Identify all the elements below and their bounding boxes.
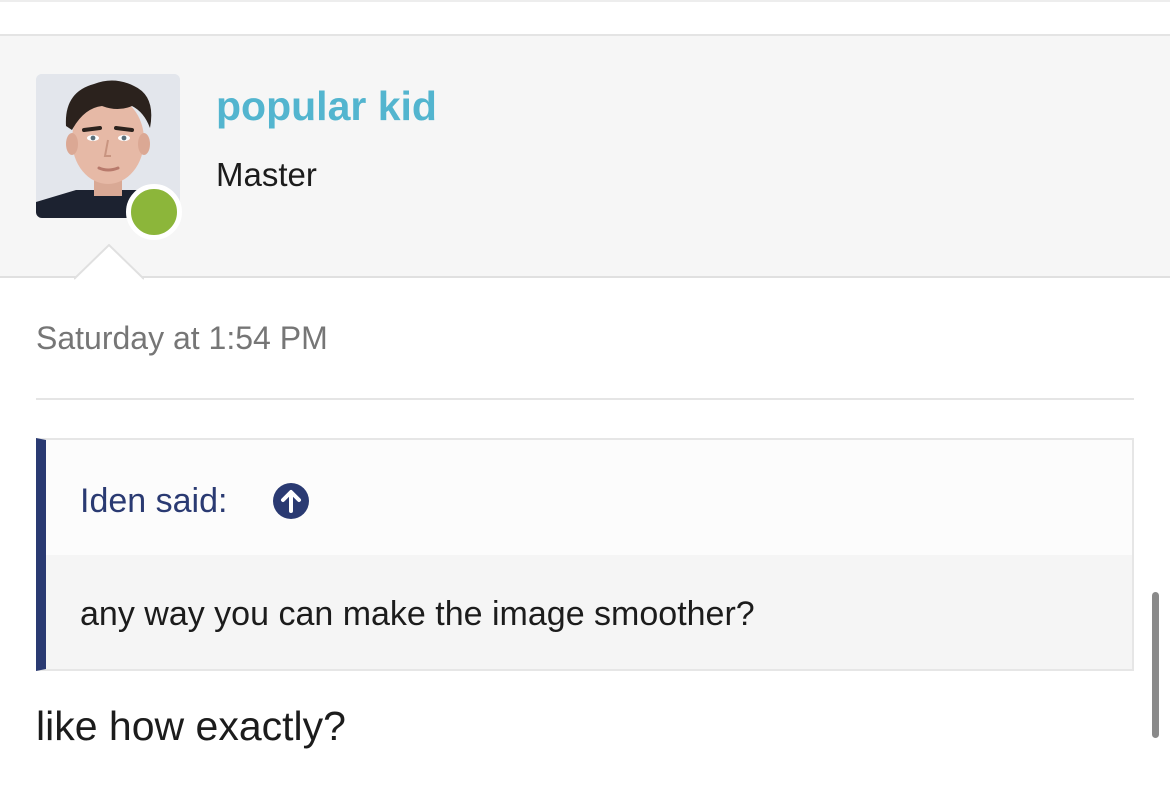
divider xyxy=(36,398,1134,400)
quote-content: any way you can make the image smoother? xyxy=(46,555,1132,669)
post-date-link[interactable]: Saturday at 1:54 PM xyxy=(36,322,328,354)
quote-header: Iden said: xyxy=(46,440,1132,555)
post-body-text: like how exactly? xyxy=(36,703,346,749)
username-link[interactable]: popular kid xyxy=(216,86,437,127)
quote-author-link[interactable]: Iden said: xyxy=(80,484,227,518)
forum-post: popular kid Master Saturday at 1:54 PM I… xyxy=(0,0,1170,786)
quote-block: Iden said: any way you can make the imag… xyxy=(36,438,1134,671)
top-strip xyxy=(0,0,1170,34)
quote-text: any way you can make the image smoother? xyxy=(80,595,755,633)
online-status-indicator xyxy=(126,184,182,240)
message-pointer xyxy=(74,244,144,280)
scrollbar-thumb[interactable] xyxy=(1152,592,1159,738)
arrow-up-circle-icon[interactable] xyxy=(272,482,310,520)
user-header: popular kid Master xyxy=(0,34,1170,278)
user-title: Master xyxy=(216,156,317,193)
